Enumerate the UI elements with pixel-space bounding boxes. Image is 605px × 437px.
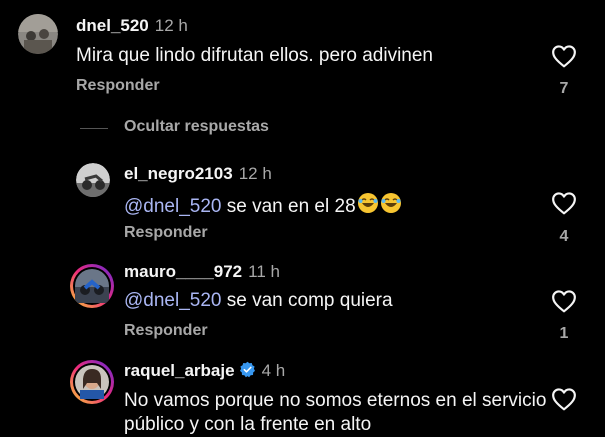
reply-body: se van comp quiera	[221, 290, 393, 311]
comment-text: Mira que lindo difrutan ellos. pero adiv…	[76, 45, 433, 66]
heart-outline-icon[interactable]	[551, 387, 577, 411]
like-count: 4	[559, 228, 569, 245]
avatar[interactable]	[70, 264, 114, 308]
username-text[interactable]: el_negro2103	[124, 164, 233, 183]
reply-body: se van en el 28	[221, 196, 356, 217]
avatar-image	[75, 269, 109, 303]
avatar[interactable]	[76, 163, 110, 197]
timestamp: 11 h	[248, 262, 280, 281]
laughing-emoji-icon	[380, 193, 401, 213]
comment-username[interactable]: dnel_520 12 h	[76, 16, 188, 36]
heart-outline-icon[interactable]	[551, 44, 577, 68]
mention-link[interactable]: @dnel_520	[124, 196, 221, 217]
avatar-image	[75, 365, 109, 399]
username-text[interactable]: raquel_arbaje	[124, 361, 235, 380]
avatar-image	[76, 163, 110, 197]
avatar[interactable]	[18, 14, 58, 54]
mention-link[interactable]: @dnel_520	[124, 290, 221, 311]
avatar-image	[18, 14, 58, 54]
divider	[80, 128, 108, 129]
heart-outline-icon[interactable]	[551, 191, 577, 215]
verified-badge-icon	[239, 361, 255, 378]
reply-text: @dnel_520 se van comp quiera	[124, 290, 393, 312]
reply-text: @dnel_520 se van en el 28	[124, 192, 402, 218]
reply-username[interactable]: raquel_arbaje 4 h	[124, 361, 285, 381]
heart-outline-icon[interactable]	[551, 289, 577, 313]
laughing-emoji-icon	[357, 193, 378, 213]
reply-username[interactable]: mauro____972 11 h	[124, 262, 280, 282]
reply-button[interactable]: Responder	[124, 224, 208, 242]
username-text[interactable]: mauro____972	[124, 262, 242, 281]
timestamp: 12 h	[238, 164, 272, 183]
reply-button[interactable]: Responder	[124, 322, 208, 340]
reply-text: No vamos porque no somos eternos en el s…	[124, 390, 547, 435]
hide-replies-button[interactable]: Ocultar respuestas	[124, 118, 269, 136]
username-text[interactable]: dnel_520	[76, 16, 149, 35]
like-count: 1	[559, 325, 569, 342]
timestamp: 12 h	[154, 16, 188, 35]
avatar[interactable]	[70, 360, 114, 404]
reply-username[interactable]: el_negro2103 12 h	[124, 164, 272, 184]
timestamp: 4 h	[261, 361, 286, 380]
reply-button[interactable]: Responder	[76, 77, 160, 95]
like-count: 7	[559, 80, 569, 97]
